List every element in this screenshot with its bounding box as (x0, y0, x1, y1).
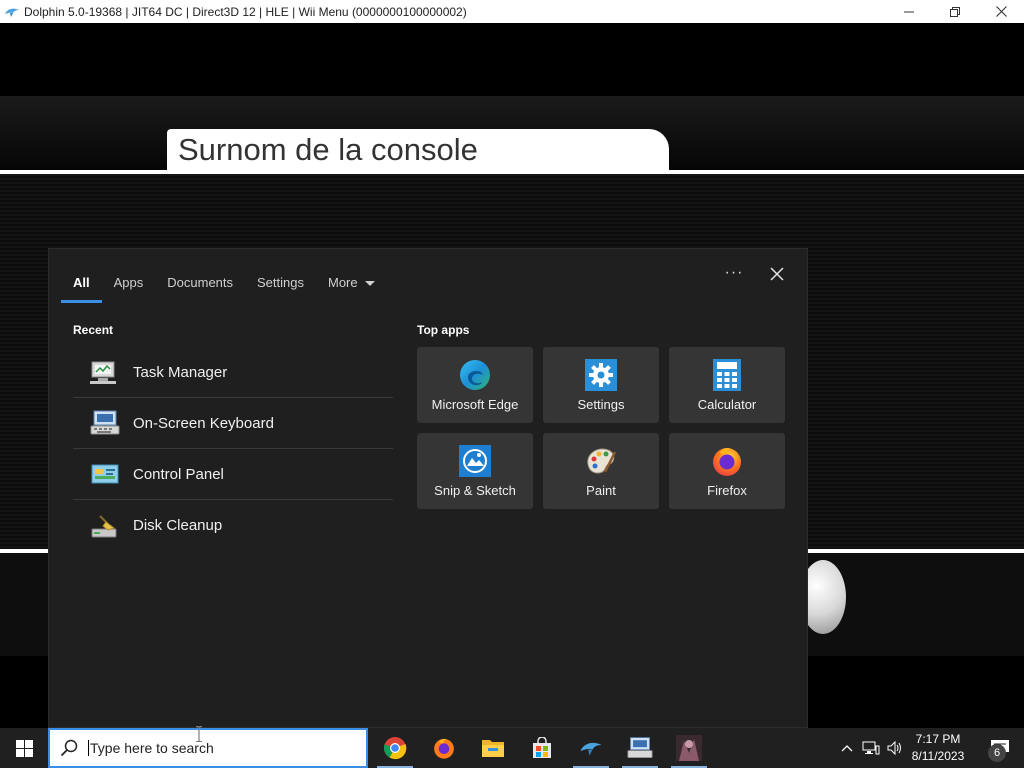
taskbar-search-box[interactable]: Type here to search (48, 728, 368, 768)
taskbar-app-remote-desktop[interactable] (616, 728, 664, 768)
windows-logo-icon (15, 739, 33, 757)
search-tabs: All Apps Documents Settings More (61, 263, 387, 303)
app-tile-label: Settings (577, 397, 625, 412)
chevron-down-icon (364, 280, 375, 286)
snip-sketch-icon (458, 444, 492, 478)
app-tile-calculator[interactable]: Calculator (669, 347, 785, 423)
show-hidden-icons-button[interactable] (836, 728, 858, 768)
network-icon (862, 741, 880, 755)
chevron-up-icon (841, 745, 853, 752)
app-tile-paint[interactable]: Paint (543, 433, 659, 509)
app-tile-label: Paint (586, 483, 616, 498)
close-icon (770, 267, 784, 281)
app-tile-microsoft-edge[interactable]: Microsoft Edge (417, 347, 533, 423)
top-apps-grid: Microsoft Edge Settings Calculator Snip … (417, 347, 785, 509)
minimize-icon (904, 11, 914, 12)
search-input[interactable]: Type here to search (88, 740, 214, 756)
taskbar-app-dolphin[interactable] (567, 728, 615, 768)
recent-item-control-panel[interactable]: Control Panel (73, 449, 393, 500)
app-tile-snip-sketch[interactable]: Snip & Sketch (417, 433, 533, 509)
task-manager-icon (89, 358, 121, 386)
search-icon (60, 739, 78, 757)
recent-item-task-manager[interactable]: Task Manager (73, 347, 393, 398)
app-tile-label: Firefox (707, 483, 747, 498)
clock-date: 8/11/2023 (911, 749, 965, 763)
window-title: Dolphin 5.0-19368 | JIT64 DC | Direct3D … (24, 4, 467, 19)
close-window-button[interactable] (978, 0, 1024, 23)
close-flyout-button[interactable] (764, 263, 790, 287)
app-thumbnail-icon (676, 735, 702, 761)
recent-item-label: Disk Cleanup (133, 517, 223, 534)
tab-label: Documents (167, 274, 234, 290)
tab-documents[interactable]: Documents (155, 263, 245, 301)
tab-settings[interactable]: Settings (245, 263, 316, 301)
start-button[interactable] (0, 728, 48, 768)
firefox-icon (434, 738, 454, 759)
settings-gear-icon (584, 358, 618, 392)
restore-icon (950, 6, 960, 17)
app-tile-firefox[interactable]: Firefox (669, 433, 785, 509)
folder-icon (482, 740, 504, 757)
tab-label: Apps (113, 274, 144, 290)
notification-count-badge: 6 (988, 744, 1006, 762)
tab-label: All (73, 274, 90, 290)
dolphin-icon (580, 742, 602, 756)
app-tile-settings[interactable]: Settings (543, 347, 659, 423)
tab-apps[interactable]: Apps (102, 263, 156, 301)
clock-time: 7:17 PM (915, 732, 961, 746)
console-nickname-label: Surnom de la console (178, 131, 478, 167)
paint-icon (584, 444, 618, 478)
tab-more[interactable]: More (316, 263, 387, 301)
tab-label: More (328, 274, 358, 290)
disk-cleanup-icon (89, 512, 121, 540)
recent-heading: Recent (73, 323, 114, 337)
chrome-icon (383, 737, 407, 760)
taskbar-clock[interactable]: 7:17 PM 8/11/2023 (902, 731, 974, 765)
more-options-button[interactable]: ··· (721, 263, 747, 287)
app-tile-label: Calculator (697, 397, 757, 412)
taskbar-app-chrome[interactable] (371, 728, 419, 768)
taskbar-app-microsoft-store[interactable] (518, 728, 566, 768)
divider-line (0, 170, 1024, 174)
desktop-screen: Dolphin 5.0-19368 | JIT64 DC | Direct3D … (0, 0, 1024, 768)
minimize-button[interactable] (886, 0, 932, 23)
search-flyout: All Apps Documents Settings More ··· Rec… (48, 248, 808, 728)
restore-button[interactable] (932, 0, 978, 23)
taskbar: Type here to search 7:17 PM 8/11/2023 6 (0, 728, 1024, 768)
tab-label: Settings (257, 274, 304, 290)
dolphin-icon (5, 8, 19, 17)
recent-item-disk-cleanup[interactable]: Disk Cleanup (73, 500, 393, 551)
recent-item-label: Control Panel (133, 465, 224, 483)
keyboard-icon (89, 409, 121, 437)
taskbar-app-file-explorer[interactable] (469, 728, 517, 768)
store-icon (533, 737, 551, 758)
calculator-icon (710, 358, 744, 392)
recent-item-on-screen-keyboard[interactable]: On-Screen Keyboard (73, 398, 393, 449)
recent-item-label: On-Screen Keyboard (133, 414, 274, 432)
window-titlebar[interactable]: Dolphin 5.0-19368 | JIT64 DC | Direct3D … (0, 0, 1024, 23)
close-icon (995, 6, 1007, 17)
tab-all[interactable]: All (61, 263, 102, 303)
firefox-icon (710, 444, 744, 478)
recent-list: Task Manager On-Screen Keyboard Control … (73, 347, 393, 551)
text-cursor-icon (196, 726, 202, 742)
app-tile-label: Microsoft Edge (431, 397, 519, 412)
taskbar-app-thumbnail[interactable] (665, 728, 713, 768)
top-apps-heading: Top apps (417, 323, 470, 337)
edge-icon (458, 358, 492, 392)
control-panel-icon (89, 460, 121, 488)
console-nickname-tab: Surnom de la console (167, 129, 669, 170)
taskbar-app-firefox[interactable] (420, 728, 468, 768)
app-tile-label: Snip & Sketch (434, 483, 516, 498)
network-status-button[interactable] (859, 728, 883, 768)
remote-desktop-icon (627, 737, 653, 758)
recent-item-label: Task Manager (133, 363, 228, 381)
